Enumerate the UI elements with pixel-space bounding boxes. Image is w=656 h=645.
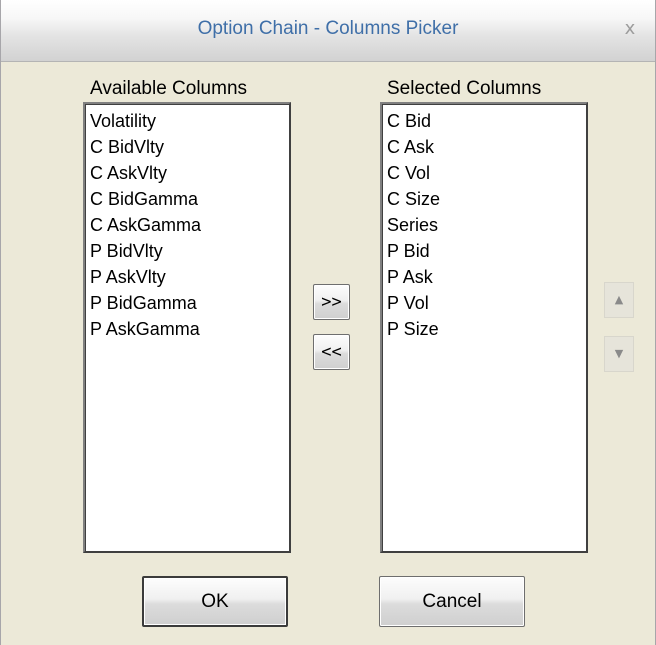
list-item[interactable]: P BidGamma — [90, 290, 289, 316]
list-item[interactable]: C Size — [387, 186, 586, 212]
list-item[interactable]: C Bid — [387, 108, 586, 134]
list-item[interactable]: C Ask — [387, 134, 586, 160]
list-item[interactable]: C BidGamma — [90, 186, 289, 212]
list-item[interactable]: C AskVlty — [90, 160, 289, 186]
list-item[interactable]: P Ask — [387, 264, 586, 290]
list-item[interactable]: C BidVlty — [90, 134, 289, 160]
columns-picker-dialog: Option Chain - Columns Picker x Availabl… — [0, 0, 656, 645]
list-item[interactable]: P AskVlty — [90, 264, 289, 290]
list-item[interactable]: P Vol — [387, 290, 586, 316]
add-column-button[interactable]: >> — [313, 284, 350, 320]
ok-button-label: OK — [201, 591, 229, 612]
cancel-button[interactable]: Cancel — [379, 576, 525, 627]
list-item[interactable]: C Vol — [387, 160, 586, 186]
ok-button[interactable]: OK — [142, 576, 288, 627]
selected-columns-list[interactable]: C Bid C Ask C Vol C Size Series P Bid P Ask P V… — [380, 102, 588, 553]
title-bar[interactable]: Option Chain - Columns Picker x — [1, 0, 655, 62]
selected-columns-label: Selected Columns — [387, 78, 542, 99]
cancel-button-label: Cancel — [422, 591, 482, 612]
available-columns-label: Available Columns — [90, 78, 248, 99]
list-item[interactable]: Volatility — [90, 108, 289, 134]
list-item[interactable]: P Bid — [387, 238, 586, 264]
close-icon[interactable]: x — [619, 18, 641, 40]
list-item[interactable]: Series — [387, 212, 586, 238]
move-down-icon[interactable]: ▼ — [604, 336, 634, 372]
list-item[interactable]: P AskGamma — [90, 316, 289, 342]
move-up-icon[interactable]: ▲ — [604, 282, 634, 318]
remove-column-button[interactable]: << — [313, 334, 350, 370]
available-columns-list[interactable]: Volatility C BidVlty C AskVlty C BidGamma C … — [83, 102, 291, 553]
list-item[interactable]: P BidVlty — [90, 238, 289, 264]
list-item[interactable]: C AskGamma — [90, 212, 289, 238]
window-title: Option Chain - Columns Picker — [197, 18, 459, 39]
list-item[interactable]: P Size — [387, 316, 586, 342]
